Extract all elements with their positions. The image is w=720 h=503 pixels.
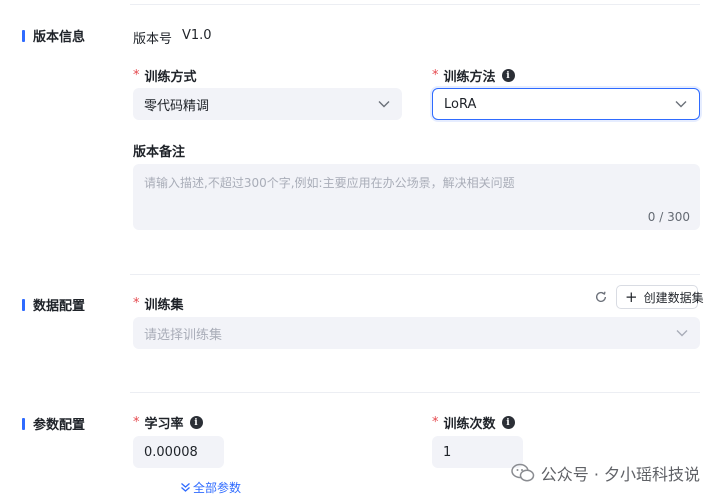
info-icon[interactable]: i [189, 416, 203, 429]
double-chevron-down-icon [181, 483, 190, 492]
all-params-link[interactable]: 全部参数 [180, 479, 241, 496]
section-title-text: 数据配置 [33, 299, 86, 314]
create-dataset-button[interactable]: + 创建数据集 [616, 285, 704, 309]
plus-icon: + [625, 287, 638, 306]
learning-rate-input[interactable]: 0.00008 [133, 436, 224, 468]
learning-rate-value: 0.00008 [144, 444, 198, 460]
epochs-label: * 训练次数 i [432, 413, 515, 432]
remark-placeholder: 请输入描述,不超过300个字,例如:主要应用在办公场景，解决相关问题 [144, 176, 515, 190]
refresh-icon[interactable] [594, 290, 608, 304]
remark-label-text: 版本备注 [133, 145, 186, 160]
epochs-input[interactable]: 1 [432, 436, 523, 468]
info-icon[interactable]: i [501, 69, 515, 82]
required-mark: * [133, 415, 140, 430]
watermark-text: 公众号 · 夕小瑶科技说 [540, 465, 700, 484]
train-mode-label-text: 训练方式 [144, 70, 197, 85]
train-method-label-text: 训练方法 [443, 70, 496, 85]
section-marker [22, 29, 25, 42]
required-mark: * [432, 68, 439, 83]
train-method-value: LoRA [444, 96, 477, 112]
learning-rate-label-text: 学习率 [144, 417, 184, 432]
train-method-label: * 训练方法 i [432, 66, 515, 85]
remark-label: 版本备注 [133, 141, 185, 160]
section-title-text: 参数配置 [33, 418, 86, 433]
section-divider [130, 274, 700, 275]
section-title-data-config: 数据配置 [22, 295, 85, 314]
dataset-select[interactable]: 请选择训练集 [133, 317, 700, 349]
train-mode-select[interactable]: 零代码精调 [133, 88, 402, 120]
remark-textarea[interactable]: 请输入描述,不超过300个字,例如:主要应用在办公场景，解决相关问题 0 / 3… [133, 164, 700, 230]
section-title-param-config: 参数配置 [22, 414, 85, 433]
dataset-label-text: 训练集 [144, 298, 184, 313]
train-method-select[interactable]: LoRA [432, 88, 700, 120]
train-mode-label: * 训练方式 [133, 66, 197, 85]
required-mark: * [133, 68, 140, 83]
all-params-label: 全部参数 [193, 481, 242, 495]
version-value: V1.0 [182, 28, 212, 43]
version-label: 版本号 [133, 32, 173, 47]
section-marker [22, 298, 25, 311]
dataset-label: * 训练集 [133, 294, 184, 313]
train-mode-value: 零代码精调 [144, 98, 210, 114]
chevron-down-icon [675, 101, 687, 108]
epochs-label-text: 训练次数 [443, 417, 496, 432]
learning-rate-label: * 学习率 i [133, 413, 203, 432]
version-row: 版本号 V1.0 [133, 28, 212, 47]
create-dataset-label: 创建数据集 [643, 290, 704, 305]
required-mark: * [133, 296, 140, 311]
section-title-text: 版本信息 [33, 30, 86, 45]
remark-char-counter: 0 / 300 [647, 210, 690, 224]
chevron-down-icon [676, 330, 688, 337]
watermark: 公众号 · 夕小瑶科技说 [510, 461, 700, 485]
section-marker [22, 417, 25, 430]
section-divider [130, 392, 700, 393]
wechat-icon [510, 463, 534, 482]
required-mark: * [432, 415, 439, 430]
section-title-version-info: 版本信息 [22, 26, 85, 45]
chevron-down-icon [378, 101, 390, 108]
top-divider [130, 4, 700, 5]
info-icon[interactable]: i [501, 416, 515, 429]
dataset-placeholder: 请选择训练集 [144, 327, 223, 343]
epochs-value: 1 [443, 444, 452, 460]
